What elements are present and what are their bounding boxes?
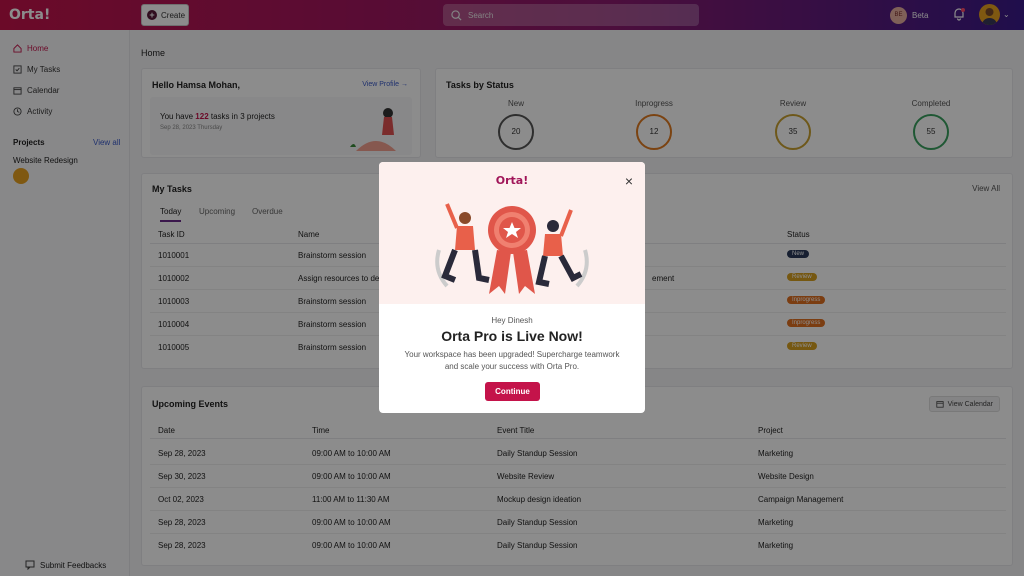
modal-greeting: Hey Dinesh bbox=[491, 316, 533, 325]
close-icon[interactable]: × bbox=[625, 174, 633, 188]
continue-button[interactable]: Continue bbox=[485, 382, 540, 401]
modal-title: Orta Pro is Live Now! bbox=[441, 328, 583, 344]
celebration-illustration bbox=[435, 203, 589, 294]
upgrade-modal: Orta! × Hey Dinesh Orta Pro is Live Now!… bbox=[379, 162, 645, 413]
modal-logo: Orta! bbox=[495, 174, 529, 187]
modal-description: Your workspace has been upgraded! Superc… bbox=[404, 350, 620, 371]
